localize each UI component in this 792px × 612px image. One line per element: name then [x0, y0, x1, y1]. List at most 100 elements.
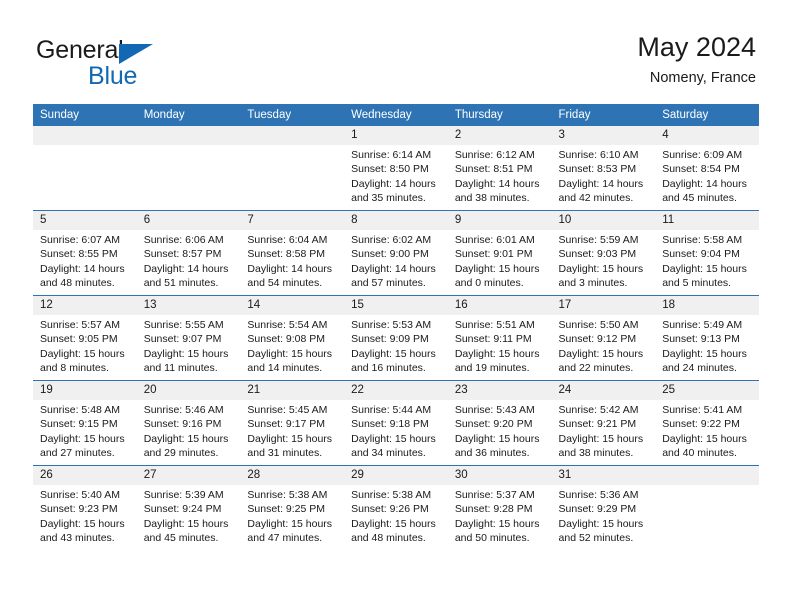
calendar-day-cell: 3 Sunrise: 6:10 AM Sunset: 8:53 PM Daylight… — [551, 126, 656, 211]
day-number: 22 — [344, 381, 448, 400]
daylight-text-line2: and 19 minutes. — [454, 362, 530, 375]
day-details: Sunrise: 5:36 AM Sunset: 9:29 PM Daylight:… — [552, 485, 656, 546]
daylight-text-line1: Daylight: 15 hours — [143, 432, 229, 445]
calendar-day-cell: 4 Sunrise: 6:09 AM Sunset: 8:54 PM Daylight… — [655, 126, 759, 211]
day-number — [33, 126, 137, 145]
weekday-header-sunday: Sunday — [33, 104, 137, 126]
daylight-text-line2: and 43 minutes. — [40, 532, 115, 545]
calendar-day-cell: 17 Sunrise: 5:50 AM Sunset: 9:12 PM Dayligh… — [551, 295, 656, 381]
daylight-text-line1: Daylight: 15 hours — [247, 517, 333, 530]
day-number: 23 — [447, 381, 552, 400]
calendar-header-row: Sunday Monday Tuesday Wednesday Thursday… — [33, 104, 759, 126]
day-number: 7 — [240, 211, 345, 230]
day-number: 3 — [551, 126, 656, 145]
day-details: Sunrise: 5:41 AM Sunset: 9:22 PM Daylight:… — [655, 400, 759, 461]
sunrise-text: Sunrise: 5:59 AM — [558, 234, 639, 246]
daylight-text-line2: and 0 minutes. — [454, 277, 524, 290]
sunrise-text: Sunrise: 6:07 AM — [40, 234, 120, 246]
daylight-text-line2: and 57 minutes. — [351, 277, 426, 290]
weekday-header-monday: Monday — [136, 104, 241, 126]
daylight-text-line2: and 36 minutes. — [454, 447, 530, 460]
daylight-text-line2: and 40 minutes. — [662, 447, 737, 460]
calendar-week-row: 5 Sunrise: 6:07 AM Sunset: 8:55 PM Daylight… — [33, 210, 759, 296]
daylight-text-line2: and 8 minutes. — [40, 362, 109, 375]
day-details: Sunrise: 5:39 AM Sunset: 9:24 PM Daylight:… — [137, 485, 241, 546]
daylight-text-line1: Daylight: 14 hours — [143, 262, 229, 275]
weekday-header-wednesday: Wednesday — [344, 104, 448, 126]
daylight-text-line2: and 29 minutes. — [143, 447, 219, 460]
sunrise-text: Sunrise: 5:40 AM — [40, 489, 120, 501]
day-number: 27 — [136, 466, 241, 485]
day-details: Sunrise: 5:37 AM Sunset: 9:28 PM Daylight:… — [448, 485, 552, 546]
sunrise-text: Sunrise: 6:14 AM — [351, 149, 432, 161]
calendar-cell-empty — [136, 126, 241, 211]
sunset-text: Sunset: 9:20 PM — [454, 418, 533, 431]
calendar-day-cell: 20 Sunrise: 5:46 AM Sunset: 9:16 PM Dayligh… — [136, 380, 241, 466]
daylight-text-line1: Daylight: 15 hours — [454, 347, 540, 360]
day-number: 16 — [447, 296, 552, 315]
sunrise-text: Sunrise: 5:41 AM — [662, 404, 743, 416]
sunset-text: Sunset: 9:23 PM — [40, 503, 118, 516]
day-details: Sunrise: 5:55 AM Sunset: 9:07 PM Daylight:… — [137, 315, 241, 376]
sunset-text: Sunset: 8:50 PM — [351, 163, 429, 176]
daylight-text-line1: Daylight: 15 hours — [40, 347, 125, 360]
sunrise-text: Sunrise: 5:48 AM — [40, 404, 120, 416]
day-details: Sunrise: 6:07 AM Sunset: 8:55 PM Daylight:… — [33, 230, 137, 291]
sunset-text: Sunset: 9:05 PM — [40, 333, 118, 346]
day-details: Sunrise: 5:48 AM Sunset: 9:15 PM Daylight:… — [33, 400, 137, 461]
day-details: Sunrise: 6:10 AM Sunset: 8:53 PM Daylight:… — [552, 145, 656, 206]
calendar-cell-empty — [655, 465, 759, 550]
sunset-text: Sunset: 9:07 PM — [143, 333, 222, 346]
day-number: 2 — [447, 126, 552, 145]
calendar-day-cell: 29 Sunrise: 5:38 AM Sunset: 9:26 PM Dayligh… — [344, 465, 448, 550]
sunrise-text: Sunrise: 5:49 AM — [662, 319, 743, 331]
sunrise-text: Sunrise: 6:12 AM — [454, 149, 535, 161]
daylight-text-line2: and 42 minutes. — [558, 192, 634, 205]
sunset-text: Sunset: 8:54 PM — [662, 163, 740, 176]
calendar-week-row: 26 Sunrise: 5:40 AM Sunset: 9:23 PM Dayligh… — [33, 465, 759, 550]
daylight-text-line1: Daylight: 14 hours — [454, 177, 540, 190]
daylight-text-line2: and 51 minutes. — [143, 277, 219, 290]
day-details: Sunrise: 5:58 AM Sunset: 9:04 PM Daylight:… — [655, 230, 759, 291]
daylight-text-line1: Daylight: 15 hours — [351, 432, 436, 445]
daylight-text-line1: Daylight: 15 hours — [351, 347, 436, 360]
calendar-day-cell: 28 Sunrise: 5:38 AM Sunset: 9:25 PM Dayligh… — [240, 465, 345, 550]
sunrise-text: Sunrise: 5:58 AM — [662, 234, 743, 246]
calendar-day-cell: 21 Sunrise: 5:45 AM Sunset: 9:17 PM Dayligh… — [240, 380, 345, 466]
daylight-text-line2: and 22 minutes. — [558, 362, 634, 375]
sunrise-text: Sunrise: 5:38 AM — [247, 489, 328, 501]
weekday-header-thursday: Thursday — [447, 104, 552, 126]
daylight-text-line2: and 27 minutes. — [40, 447, 115, 460]
calendar-body: 1 Sunrise: 6:14 AM Sunset: 8:50 PM Daylight… — [33, 126, 759, 550]
daylight-text-line1: Daylight: 14 hours — [662, 177, 747, 190]
day-details: Sunrise: 6:01 AM Sunset: 9:01 PM Daylight:… — [448, 230, 552, 291]
calendar-day-cell: 14 Sunrise: 5:54 AM Sunset: 9:08 PM Dayligh… — [240, 295, 345, 381]
day-details: Sunrise: 6:06 AM Sunset: 8:57 PM Daylight:… — [137, 230, 241, 291]
day-details: Sunrise: 5:38 AM Sunset: 9:25 PM Daylight:… — [240, 485, 344, 546]
day-details: Sunrise: 5:50 AM Sunset: 9:12 PM Daylight:… — [552, 315, 656, 376]
daylight-text-line1: Daylight: 14 hours — [351, 262, 436, 275]
day-number: 6 — [136, 211, 241, 230]
daylight-text-line2: and 48 minutes. — [40, 277, 115, 290]
day-number: 11 — [655, 211, 759, 230]
calendar-day-cell: 22 Sunrise: 5:44 AM Sunset: 9:18 PM Dayligh… — [344, 380, 448, 466]
day-number: 15 — [344, 296, 448, 315]
page-subtitle: Nomeny, France — [649, 70, 756, 86]
day-number: 17 — [551, 296, 656, 315]
day-number: 24 — [551, 381, 656, 400]
sunrise-text: Sunrise: 5:43 AM — [454, 404, 535, 416]
sunrise-sunset-calendar: Sunday Monday Tuesday Wednesday Thursday… — [33, 104, 759, 550]
sunset-text: Sunset: 9:09 PM — [351, 333, 429, 346]
daylight-text-line1: Daylight: 15 hours — [40, 517, 125, 530]
day-details: Sunrise: 6:14 AM Sunset: 8:50 PM Daylight:… — [344, 145, 448, 206]
sunset-text: Sunset: 8:55 PM — [40, 248, 118, 261]
daylight-text-line2: and 14 minutes. — [247, 362, 323, 375]
day-number: 25 — [655, 381, 759, 400]
day-details: Sunrise: 5:43 AM Sunset: 9:20 PM Daylight:… — [448, 400, 552, 461]
day-details: Sunrise: 5:42 AM Sunset: 9:21 PM Daylight:… — [552, 400, 656, 461]
sunset-text: Sunset: 9:28 PM — [454, 503, 533, 516]
general-blue-logo[interactable]: General Blue — [36, 36, 236, 90]
calendar-day-cell: 24 Sunrise: 5:42 AM Sunset: 9:21 PM Dayligh… — [551, 380, 656, 466]
day-number — [240, 126, 345, 145]
sunrise-text: Sunrise: 5:53 AM — [351, 319, 432, 331]
